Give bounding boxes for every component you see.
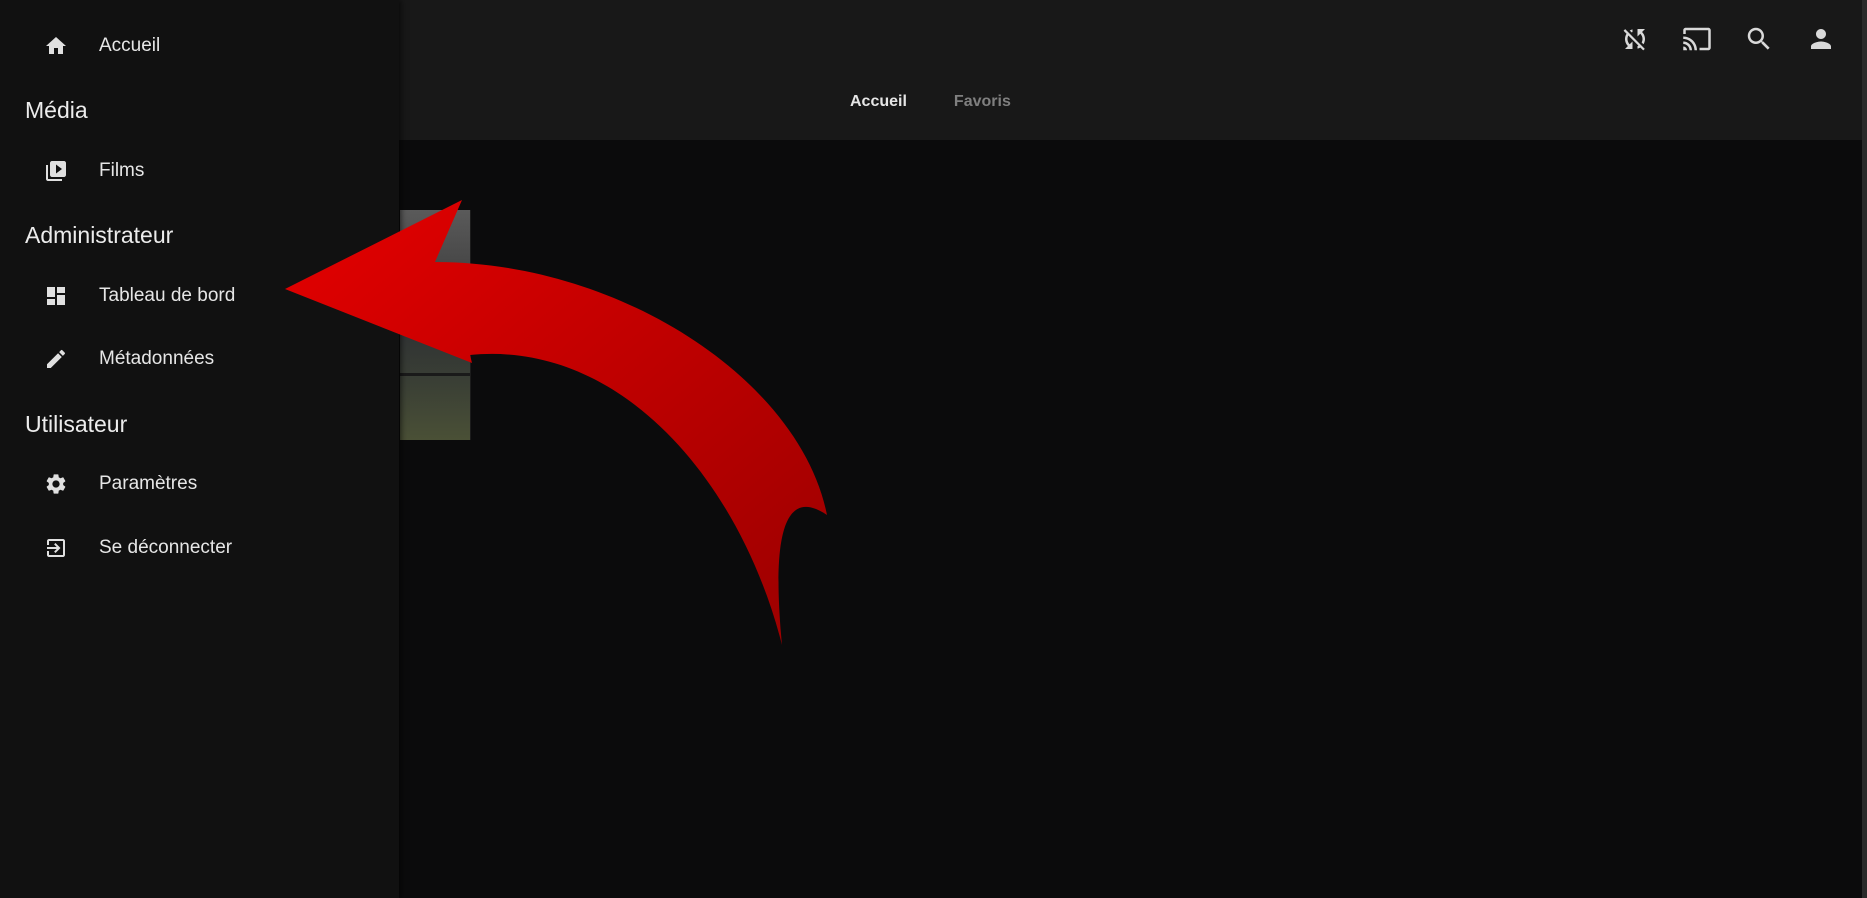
user-icon[interactable] <box>1800 18 1842 60</box>
drawer-item-label: Accueil <box>99 35 161 56</box>
thumbnail-divider <box>400 373 470 376</box>
drawer-item-label: Métadonnées <box>99 348 215 369</box>
header-tabs: Accueil Favoris <box>850 93 1011 111</box>
scrollbar-edge <box>1862 0 1867 898</box>
section-title-media: Média <box>25 97 88 123</box>
video-library-icon <box>43 158 69 184</box>
pencil-icon <box>43 346 69 372</box>
logout-icon <box>43 535 69 561</box>
section-title-administrateur: Administrateur <box>25 222 174 248</box>
drawer-item-parametres[interactable]: Paramètres <box>0 458 399 510</box>
drawer-item-films[interactable]: Films <box>0 145 399 197</box>
cast-icon[interactable] <box>1676 18 1718 60</box>
navigation-drawer: Accueil Média Films Administrateur Table… <box>0 0 399 898</box>
header-actions <box>1614 18 1842 60</box>
search-icon[interactable] <box>1738 18 1780 60</box>
media-thumbnail[interactable] <box>400 210 471 440</box>
drawer-item-se-deconnecter[interactable]: Se déconnecter <box>0 522 399 574</box>
drawer-item-metadonnees[interactable]: Métadonnées <box>0 333 399 385</box>
home-icon <box>43 33 69 59</box>
drawer-item-label: Tableau de bord <box>99 285 236 306</box>
section-title-utilisateur: Utilisateur <box>25 411 128 437</box>
drawer-item-tableau-de-bord[interactable]: Tableau de bord <box>0 270 399 322</box>
drawer-item-label: Paramètres <box>99 473 198 494</box>
sync-disabled-icon[interactable] <box>1614 18 1656 60</box>
tab-accueil[interactable]: Accueil <box>850 93 907 111</box>
gear-icon <box>43 471 69 497</box>
drawer-item-label: Films <box>99 160 145 181</box>
tab-favoris[interactable]: Favoris <box>954 93 1011 111</box>
dashboard-icon <box>43 283 69 309</box>
drawer-item-accueil[interactable]: Accueil <box>0 20 399 72</box>
drawer-item-label: Se déconnecter <box>99 537 233 558</box>
